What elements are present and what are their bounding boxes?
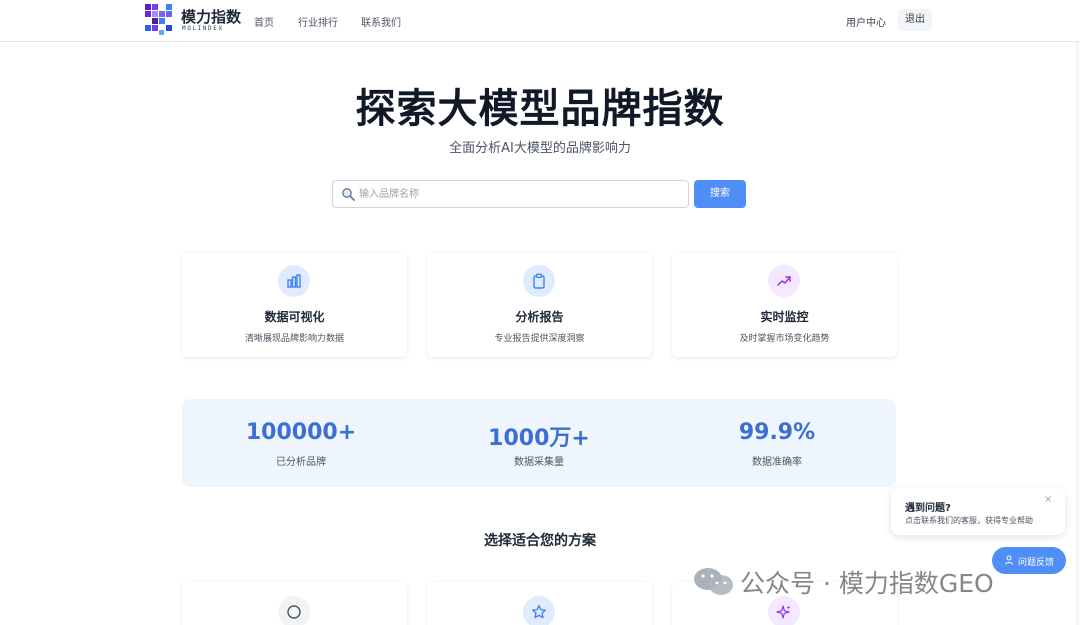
stats-panel: 100000+ 已分析品牌 1000万+ 数据采集量 99.9% 数据准确率 — [182, 399, 896, 487]
stat-label-accuracy: 数据准确率 — [752, 457, 802, 468]
help-popup: 遇到问题? 点击联系我们的客服，获得专业帮助 × — [891, 488, 1065, 535]
feature-title: 数据可视化 — [264, 310, 325, 324]
plan-card-basic[interactable] — [182, 582, 407, 625]
watermark-text: 公众号 · 模力指数GEO — [740, 569, 994, 598]
logout-button[interactable]: 退出 — [898, 9, 932, 31]
feature-desc: 清晰展现品牌影响力数据 — [244, 334, 344, 344]
stat-value-data: 1000万+ — [488, 426, 590, 451]
search-button[interactable]: 搜索 — [694, 180, 746, 208]
top-nav-bar: 模力指数 MOLINDEX 首页 行业排行 联系我们 用户中心 退出 — [0, 0, 1080, 42]
stat-value-brands: 100000+ — [245, 420, 357, 445]
star-icon — [523, 596, 555, 625]
page-subtitle: 全面分析AI大模型的品牌影响力 — [449, 141, 631, 156]
watermark: 公众号 · 模力指数GEO — [692, 562, 1052, 602]
search-input[interactable] — [359, 184, 679, 204]
feature-card-report[interactable]: 分析报告 专业报告提供深度洞察 — [427, 253, 652, 357]
wechat-icon — [694, 568, 733, 595]
bar-chart-icon — [278, 265, 310, 297]
search-box — [332, 180, 689, 208]
trending-up-icon — [768, 265, 800, 297]
logo[interactable]: 模力指数 MOLINDEX — [145, 4, 242, 36]
logo-text: 模力指数 — [181, 8, 242, 26]
help-desc: 点击联系我们的客服，获得专业帮助 — [905, 516, 1033, 525]
close-icon[interactable]: × — [1044, 494, 1052, 505]
feature-desc: 专业报告提供深度洞察 — [494, 334, 585, 344]
stat-label-brands: 已分析品牌 — [276, 457, 326, 468]
feature-desc: 及时掌握市场变化趋势 — [739, 334, 830, 344]
search-icon — [342, 188, 355, 201]
nav-home[interactable]: 首页 — [254, 14, 274, 29]
plan-card-pro[interactable] — [427, 582, 652, 625]
logo-mark-icon — [145, 4, 172, 35]
clipboard-icon — [523, 265, 555, 297]
help-title: 遇到问题? — [905, 503, 951, 514]
stat-label-data: 数据采集量 — [514, 457, 564, 468]
logo-subtext: MOLINDEX — [182, 25, 224, 32]
feature-title: 实时监控 — [760, 310, 809, 324]
feature-card-visualization[interactable]: 数据可视化 清晰展现品牌影响力数据 — [182, 253, 407, 357]
circle-icon — [278, 596, 310, 625]
nav-contact-us[interactable]: 联系我们 — [361, 14, 401, 29]
feature-card-monitoring[interactable]: 实时监控 及时掌握市场变化趋势 — [672, 253, 897, 357]
nav-industry-ranking[interactable]: 行业排行 — [298, 14, 338, 29]
feature-title: 分析报告 — [515, 310, 564, 324]
user-center-link[interactable]: 用户中心 — [846, 14, 886, 29]
stat-value-accuracy: 99.9% — [738, 420, 816, 445]
page-title: 探索大模型品牌指数 — [355, 86, 725, 132]
